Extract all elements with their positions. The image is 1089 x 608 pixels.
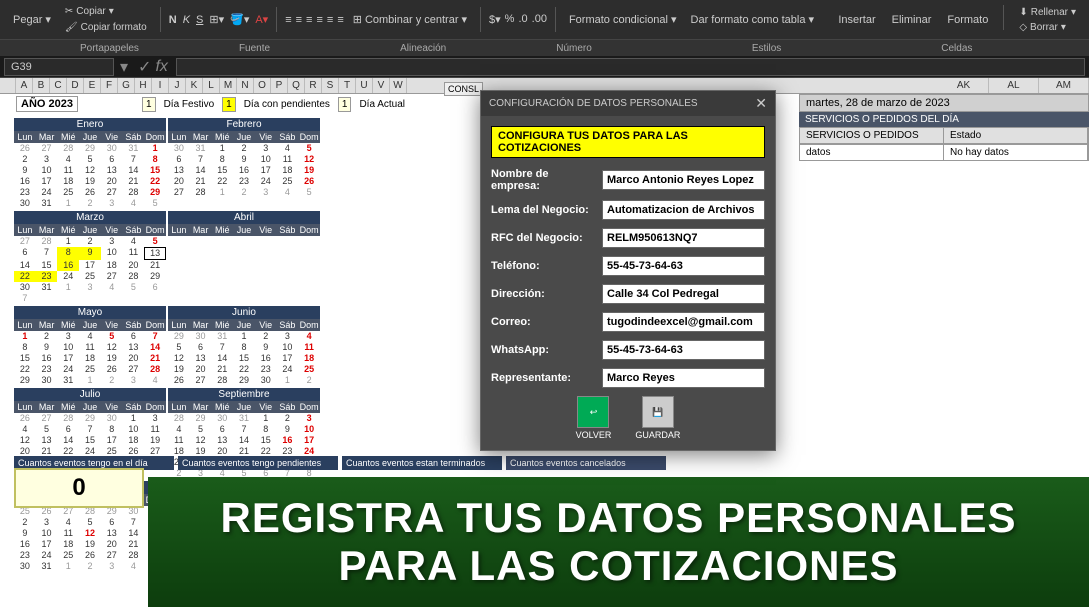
legend-festivo-num: 1	[142, 97, 156, 112]
decimal-inc-button[interactable]: .0	[518, 13, 527, 26]
align-left-button[interactable]: ≡	[285, 14, 291, 26]
table-format-button[interactable]: Dar formato como tabla▾	[686, 11, 819, 28]
align-middle-button[interactable]: ≡	[327, 14, 333, 26]
name-box[interactable]	[4, 58, 114, 76]
close-icon[interactable]: ✕	[755, 95, 767, 112]
right-panel: martes, 28 de marzo de 2023 SERVICIOS O …	[799, 94, 1089, 161]
formula-bar[interactable]	[176, 58, 1085, 76]
whatsapp-field[interactable]	[602, 340, 765, 360]
conditional-format-button[interactable]: Formato condicional▾	[564, 11, 682, 28]
bold-button[interactable]: N	[169, 14, 177, 26]
align-center-button[interactable]: ≡	[296, 14, 302, 26]
back-icon: ↩	[577, 396, 609, 428]
paste-button[interactable]: Pegar ▾	[8, 11, 56, 28]
ribbon: Pegar ▾ ✂ Copiar ▾ 🖌 Copiar formato N K …	[0, 0, 1089, 40]
services-val2: No hay datos	[944, 145, 1088, 160]
services-val1: datos	[800, 145, 944, 160]
correo-field[interactable]	[602, 312, 765, 332]
delete-button[interactable]: Eliminar	[887, 5, 937, 35]
decimal-dec-button[interactable]: .00	[532, 13, 547, 26]
align-right-button[interactable]: ≡	[306, 14, 312, 26]
legend-actual-num: 1	[338, 97, 352, 112]
services-col1: SERVICIOS O PEDIDOS	[800, 128, 944, 143]
dialog-banner: CONFIGURA TUS DATOS PARA LAS COTIZACIONE…	[491, 126, 765, 158]
align-top-button[interactable]: ≡	[316, 14, 322, 26]
year-label: AÑO 2023	[16, 96, 78, 112]
clear-button[interactable]: ◇ Borrar▾	[1014, 20, 1081, 35]
rfc-field[interactable]	[602, 228, 765, 248]
formula-bar-row: ▾ ✓ fx	[0, 56, 1089, 78]
legend-festivo: Día Festivo	[164, 99, 215, 110]
currency-button[interactable]: $▾	[489, 13, 501, 26]
underline-button[interactable]: S	[196, 14, 203, 26]
services-title: SERVICIOS O PEDIDOS DEL DÍA	[799, 112, 1089, 127]
align-bottom-button[interactable]: ≡	[337, 14, 343, 26]
ribbon-group-labels: Portapapeles Fuente Alineación Número Es…	[0, 40, 1089, 56]
telefono-field[interactable]	[602, 256, 765, 276]
format-button[interactable]: Formato	[942, 5, 993, 35]
save-icon: 💾	[642, 396, 674, 428]
promo-banner: REGISTRA TUS DATOS PERSONALES PARA LAS C…	[148, 477, 1089, 607]
percent-button[interactable]: %	[505, 13, 515, 26]
merge-button[interactable]: ⊞ Combinar y centrar ▾	[348, 11, 472, 28]
fx-icon[interactable]: fx	[155, 58, 167, 76]
copy-button[interactable]: ✂ Copiar ▾	[60, 4, 152, 19]
volver-button[interactable]: ↩ VOLVER	[576, 396, 612, 440]
fill-button[interactable]: ⬇ Rellenar▾	[1014, 5, 1081, 20]
insert-button[interactable]: Insertar	[833, 5, 880, 35]
event-count: 0	[14, 468, 144, 508]
italic-button[interactable]: K	[183, 14, 190, 26]
config-dialog: CONFIGURACIÓN DE DATOS PERSONALES ✕ CONF…	[480, 90, 776, 451]
border-button[interactable]: ⊞▾	[209, 13, 224, 26]
consl-button[interactable]: CONSL	[444, 82, 483, 96]
direccion-field[interactable]	[602, 284, 765, 304]
date-header: martes, 28 de marzo de 2023	[799, 94, 1089, 112]
font-color-button[interactable]: A▾	[255, 13, 268, 26]
lema-field[interactable]	[602, 200, 765, 220]
services-col2: Estado	[944, 128, 1088, 143]
dialog-title: CONFIGURACIÓN DE DATOS PERSONALES	[489, 98, 698, 109]
legend-pend-num: 1	[222, 97, 236, 112]
guardar-button[interactable]: 💾 GUARDAR	[635, 396, 680, 440]
empresa-field[interactable]	[602, 170, 765, 190]
format-painter-button[interactable]: 🖌 Copiar formato	[60, 20, 152, 35]
representante-field[interactable]	[602, 368, 765, 388]
fill-color-button[interactable]: 🪣▾	[230, 13, 249, 26]
legend-actual: Día Actual	[359, 99, 405, 110]
legend-pend: Día con pendientes	[244, 99, 330, 110]
